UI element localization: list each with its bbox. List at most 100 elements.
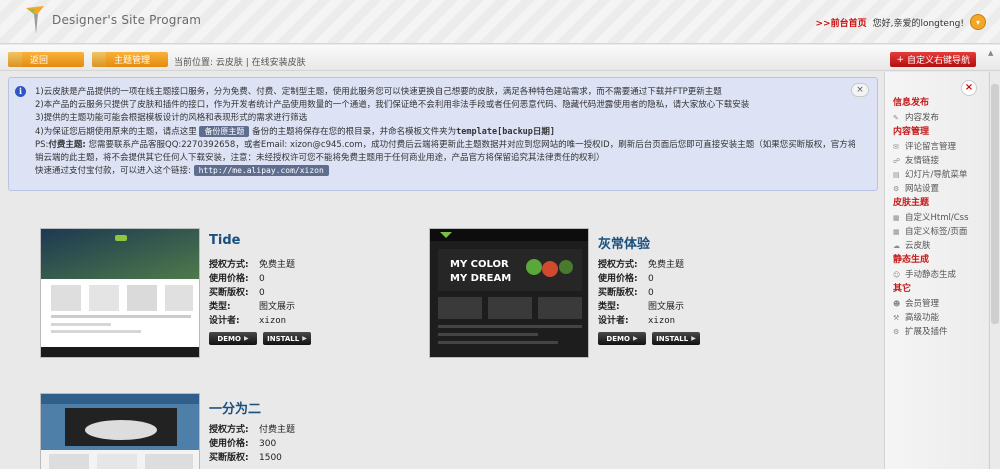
info-line-4-prefix: 4)为保证您后期使用原来的主题，请点这里	[35, 126, 197, 137]
sidebar-item-label: 网站设置	[905, 184, 940, 194]
breadcrumb: 当前位置: 云皮肤 | 在线安装皮肤	[174, 58, 306, 68]
price-label: 使用价格:	[209, 439, 249, 449]
chevron-down-icon[interactable]: ▾	[970, 14, 986, 30]
cloud-icon: ☁	[893, 242, 900, 250]
close-icon[interactable]: ×	[961, 80, 977, 96]
sidebar-section-theme: 皮肤主题	[893, 198, 930, 208]
theme-manage-button[interactable]: 主题管理	[92, 52, 168, 67]
arrow-right-icon: ▶	[632, 335, 638, 342]
buyout-label: 买断版权:	[209, 288, 249, 298]
info-line-4: 4)为保证您后期使用原来的主题，请点这里 备份原主题 备份的主题将保存在您的根目…	[35, 125, 855, 139]
sidebar-item-label: 扩展及插件	[905, 327, 948, 337]
designer-value: xizon	[259, 316, 287, 326]
sidebar-item-custom-html[interactable]: ▦ 自定义Html/Css	[893, 211, 983, 225]
sidebar-item-label: 自定义Html/Css	[905, 213, 969, 223]
comment-icon: ✉	[893, 143, 899, 151]
sidebar-section-publish: 信息发布	[893, 98, 930, 108]
sidebar-item-label: 会员管理	[905, 299, 940, 309]
sidebar-item-site-settings[interactable]: ⚙ 网站设置	[893, 182, 983, 196]
top-header: Designer's Site Program >>前台首页 您好,亲爱的lon…	[0, 0, 1000, 44]
price-label: 使用价格:	[209, 274, 249, 284]
sidebar-item-label: 内容发布	[905, 113, 940, 123]
theme-title: Tide	[209, 233, 241, 248]
right-sidebar: × 信息发布 ✎ 内容发布 内容管理 ✉ 评论留言管理 ☍ 友情链接 ▤ 幻灯片/导航菜…	[884, 72, 988, 469]
arrow-right-icon: ▶	[243, 335, 249, 342]
sidebar-item-label: 友情链接	[905, 156, 940, 166]
sidebar-item-members[interactable]: ☻ 会员管理	[893, 297, 983, 311]
paid-theme-label: 付费主题:	[48, 139, 86, 150]
info-line-2: 2)本产品的云服务只提供了皮肤和插件的接口，作为开发者统计产品使用数量的一个通道…	[35, 100, 750, 111]
sidebar-item-links[interactable]: ☍ 友情链接	[893, 154, 983, 168]
alipay-link[interactable]: http://me.alipay.com/xizon	[193, 165, 329, 177]
demo-button[interactable]: DEMO ▶	[598, 332, 646, 345]
scrollbar-thumb[interactable]	[991, 84, 999, 324]
license-label: 授权方式:	[598, 260, 638, 270]
type-label: 类型:	[209, 302, 231, 312]
arrow-right-icon: ▶	[691, 335, 696, 342]
sidebar-item-label: 云皮肤	[905, 241, 931, 251]
sidebar-section-content: 内容管理	[893, 127, 930, 137]
buyout-label: 买断版权:	[209, 453, 249, 463]
tag-icon: ▦	[893, 228, 900, 236]
sidebar-item-content-publish[interactable]: ✎ 内容发布	[893, 111, 983, 125]
sidebar-section-other: 其它	[893, 284, 912, 294]
buyout-label: 买断版权:	[598, 288, 638, 298]
theme-thumbnail[interactable]: MY COLOR MY DREAM	[429, 228, 589, 358]
arrow-right-icon: ▶	[302, 335, 307, 342]
app-title: Designer's Site Program	[52, 13, 202, 27]
back-label: 返回	[30, 56, 49, 66]
theme-thumbnail[interactable]	[40, 228, 200, 358]
demo-button[interactable]: DEMO ▶	[209, 332, 257, 345]
info-line-7: 快速通过支付宝付款，可以进入这个链接: http://me.alipay.com…	[35, 165, 855, 178]
toolbar: 返回 主题管理 当前位置: 云皮肤 | 在线安装皮肤 + 自定义右键导航 ▲	[0, 45, 1000, 71]
plugin-icon: ⚙	[893, 328, 900, 336]
license-value: 付费主题	[259, 425, 296, 435]
install-label: INSTALL	[656, 334, 689, 343]
theme-list: Tide 授权方式: 免费主题 使用价格: 0 买断版权: 0 类型: 图文展示 设计者…	[0, 195, 880, 469]
users-icon: ☻	[893, 300, 901, 308]
svg-text:MY DREAM: MY DREAM	[450, 273, 511, 284]
sidebar-item-comments[interactable]: ✉ 评论留言管理	[893, 140, 983, 154]
theme-title: 一分为二	[209, 402, 262, 417]
demo-label: DEMO	[606, 334, 630, 343]
designer-label: 设计者:	[598, 316, 629, 326]
sidebar-item-label: 自定义标签/页面	[905, 227, 968, 237]
svg-text:MY COLOR: MY COLOR	[450, 259, 509, 270]
install-button[interactable]: INSTALL ▶	[652, 332, 700, 345]
sidebar-item-plugins[interactable]: ⚙ 扩展及插件	[893, 325, 983, 339]
backup-theme-button[interactable]: 备份原主题	[199, 125, 250, 137]
type-label: 类型:	[598, 302, 620, 312]
logo-icon	[26, 6, 44, 34]
sidebar-item-advanced[interactable]: ⚒ 高级功能	[893, 311, 983, 325]
sidebar-item-custom-tags[interactable]: ▦ 自定义标签/页面	[893, 225, 983, 239]
back-button[interactable]: 返回	[8, 52, 84, 67]
info-icon: i	[15, 86, 26, 97]
split-preview-image	[41, 394, 199, 469]
theme-manage-label: 主题管理	[114, 56, 151, 66]
theme-title: 灰常体验	[598, 237, 651, 252]
scroll-up-icon[interactable]: ▲	[988, 49, 998, 61]
sidebar-item-cloud-skin[interactable]: ☁ 云皮肤	[893, 239, 983, 253]
buyout-value: 1500	[259, 453, 282, 463]
install-button[interactable]: INSTALL ▶	[263, 332, 311, 345]
gear-icon: ⚙	[893, 185, 900, 193]
sidebar-item-label: 评论留言管理	[905, 142, 957, 152]
sidebar-item-slides-menu[interactable]: ▤ 幻灯片/导航菜单	[893, 168, 983, 182]
buyout-value: 0	[648, 288, 654, 298]
custom-nav-button[interactable]: + 自定义右键导航	[890, 52, 976, 67]
frontend-home-link[interactable]: >>前台首页	[816, 16, 867, 29]
sidebar-item-label: 高级功能	[905, 313, 940, 323]
type-value: 图文展示	[259, 302, 296, 312]
pencil-icon: ✎	[893, 114, 899, 122]
info-line-4-suffix: 备份的主题将保存在您的根目录，并命名模板文件夹为	[252, 126, 457, 137]
price-value: 300	[259, 439, 277, 449]
user-greeting: 您好,亲爱的longteng!	[872, 18, 964, 29]
theme-thumbnail[interactable]	[40, 393, 200, 469]
sidebar-item-static-gen[interactable]: ☺ 手动静态生成	[893, 268, 983, 282]
custom-nav-label: 自定义右键导航	[906, 56, 970, 66]
info-notice: i × 1)云皮肤是产品提供的一项在线主题接口服务，分为免费、付费、定制型主题，…	[8, 77, 878, 191]
slides-icon: ▤	[893, 171, 900, 179]
info-line-1: 1)云皮肤是产品提供的一项在线主题接口服务，分为免费、付费、定制型主题，使用此服…	[35, 87, 722, 97]
page-scrollbar[interactable]	[989, 72, 1000, 469]
grey-experience-preview-image: MY COLOR MY DREAM	[430, 229, 588, 344]
